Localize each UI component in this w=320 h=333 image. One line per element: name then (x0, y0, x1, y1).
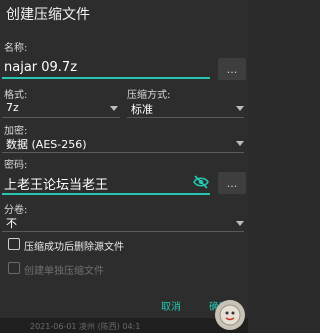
background-list-text: 2021-06-01 凌州 (陈西) 04:1 (30, 322, 141, 331)
name-input[interactable]: najar 09.7z (4, 60, 77, 75)
cancel-button[interactable]: 取消 (161, 298, 181, 313)
encryption-select[interactable]: 数据 (AES-256) (6, 136, 87, 152)
format-dropdown-arrow-icon[interactable] (110, 106, 118, 111)
method-dropdown-arrow-icon[interactable] (236, 106, 244, 111)
password-label: 密码: (4, 160, 28, 171)
password-input[interactable]: 上老王论坛当老王 (4, 174, 108, 193)
method-label: 压缩方式: (127, 90, 171, 101)
delete-source-checkbox[interactable] (8, 238, 20, 250)
encryption-label: 加密: (4, 126, 28, 137)
split-dropdown-arrow-icon[interactable] (236, 221, 244, 226)
split-underline (2, 231, 244, 232)
password-input-underline (2, 193, 210, 195)
split-label: 分卷: (4, 205, 28, 216)
dialog-title: 创建压缩文件 (6, 7, 90, 23)
single-archive-label: 创建单独压缩文件 (24, 266, 104, 277)
method-underline (127, 117, 244, 118)
browse-button[interactable]: ... (218, 58, 246, 80)
delete-source-label[interactable]: 压缩成功后删除源文件 (24, 238, 124, 253)
eye-slash-icon[interactable] (193, 174, 209, 189)
name-input-underline (2, 77, 210, 79)
format-label: 格式: (4, 90, 28, 101)
name-label: 名称: (4, 43, 28, 54)
format-underline (2, 117, 120, 118)
create-archive-dialog: 创建压缩文件 名称: najar 09.7z ... 格式: 7z 压缩方式: … (0, 0, 248, 333)
password-options-button[interactable]: ... (218, 172, 246, 194)
split-select[interactable]: 不 (6, 215, 17, 231)
encryption-underline (2, 152, 244, 153)
format-select[interactable]: 7z (6, 101, 19, 114)
single-archive-checkbox[interactable] (8, 262, 20, 274)
watermark-logo (215, 300, 245, 330)
method-select[interactable]: 标准 (131, 101, 153, 117)
encryption-dropdown-arrow-icon[interactable] (236, 141, 244, 146)
